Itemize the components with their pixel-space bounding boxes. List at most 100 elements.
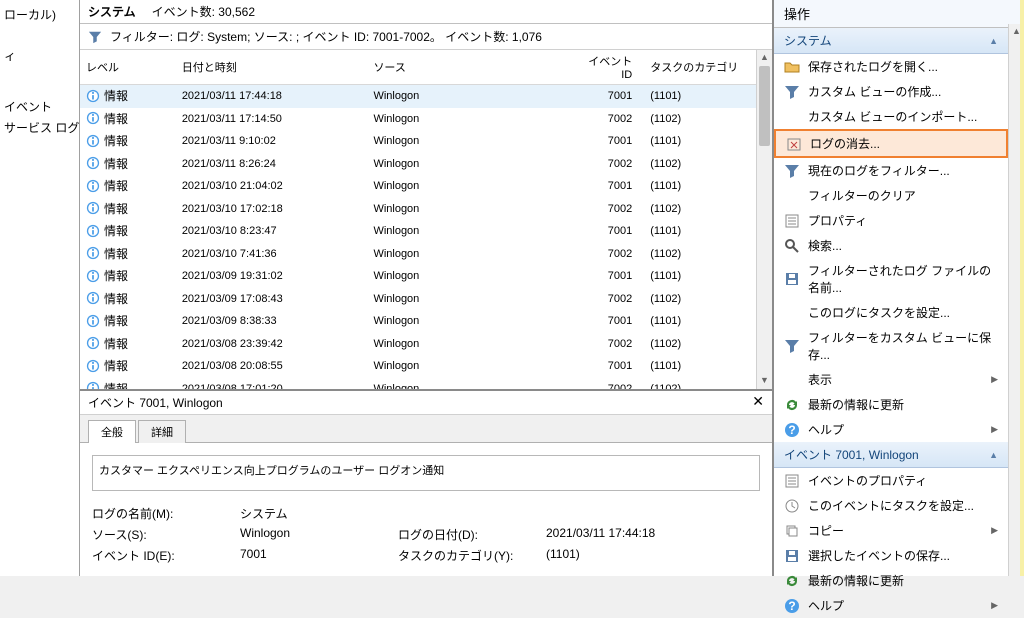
value-logname: システム bbox=[240, 505, 390, 522]
clear-icon bbox=[786, 136, 802, 152]
detail-pane: イベント 7001, Winlogon ✕ 全般 詳細 カスタマー エクスペリエ… bbox=[80, 389, 772, 576]
table-row[interactable]: 情報2021/03/08 20:08:55Winlogon7001(1101) bbox=[80, 355, 772, 378]
blank-icon bbox=[784, 372, 800, 388]
properties-icon bbox=[784, 473, 800, 489]
action-clear-log[interactable]: ログの消去... bbox=[774, 129, 1008, 158]
tab-general[interactable]: 全般 bbox=[88, 420, 136, 443]
label-source: ソース(S): bbox=[92, 526, 232, 543]
blank-icon bbox=[784, 305, 800, 321]
info-icon: 情報 bbox=[86, 267, 128, 284]
table-row[interactable]: 情報2021/03/10 8:23:47Winlogon7001(1101) bbox=[80, 220, 772, 243]
funnel-icon bbox=[784, 338, 800, 354]
log-title: システム bbox=[88, 3, 136, 20]
label-eid: イベント ID(E): bbox=[92, 547, 232, 564]
info-icon: 情報 bbox=[86, 357, 128, 374]
table-row[interactable]: 情報2021/03/11 17:44:18Winlogon7001(1101) bbox=[80, 85, 772, 108]
center-column: システム イベント数: 30,562 フィルター: ログ: System; ソー… bbox=[80, 0, 774, 576]
action-event-prop[interactable]: イベントのプロパティ bbox=[774, 468, 1008, 493]
tree-node[interactable]: サービス ログ bbox=[4, 117, 75, 138]
value-eid: 7001 bbox=[240, 547, 390, 564]
scroll-thumb[interactable] bbox=[759, 66, 770, 146]
info-icon: 情報 bbox=[86, 132, 128, 149]
tab-detail[interactable]: 詳細 bbox=[138, 420, 186, 443]
action-open-saved[interactable]: 保存されたログを開く... bbox=[774, 54, 1008, 79]
action-save-filtered[interactable]: フィルターされたログ ファイルの名前... bbox=[774, 258, 1008, 300]
table-row[interactable]: 情報2021/03/11 8:26:24Winlogon7002(1102) bbox=[80, 153, 772, 176]
info-icon: 情報 bbox=[86, 222, 128, 239]
label-logname: ログの名前(M): bbox=[92, 505, 232, 522]
actions-header: 操作 bbox=[774, 0, 1024, 28]
col-level[interactable]: レベル bbox=[80, 50, 176, 85]
filter-text: フィルター: ログ: System; ソース: ; イベント ID: 7001-… bbox=[110, 28, 542, 45]
close-icon[interactable]: ✕ bbox=[752, 394, 764, 411]
action-refresh[interactable]: 最新の情報に更新 bbox=[774, 392, 1008, 417]
event-table[interactable]: レベル 日付と時刻 ソース イベント ID タスクのカテゴリ 情報2021/03… bbox=[80, 50, 772, 389]
tree-node[interactable]: イベント bbox=[4, 96, 75, 117]
action-event-attach[interactable]: このイベントにタスクを設定... bbox=[774, 493, 1008, 518]
table-row[interactable]: 情報2021/03/09 19:31:02Winlogon7001(1101) bbox=[80, 265, 772, 288]
action-help-2[interactable]: ?ヘルプ▶ bbox=[774, 593, 1008, 618]
detail-title: イベント 7001, Winlogon bbox=[88, 394, 223, 411]
funnel-icon bbox=[784, 84, 800, 100]
col-source[interactable]: ソース bbox=[367, 50, 580, 85]
blank-icon bbox=[784, 109, 800, 125]
action-copy[interactable]: コピー▶ bbox=[774, 518, 1008, 543]
filter-row: フィルター: ログ: System; ソース: ; イベント ID: 7001-… bbox=[80, 24, 772, 50]
funnel-icon bbox=[88, 30, 102, 44]
task-icon bbox=[784, 498, 800, 514]
col-date[interactable]: 日付と時刻 bbox=[176, 50, 368, 85]
action-save-selected[interactable]: 選択したイベントの保存... bbox=[774, 543, 1008, 568]
action-properties[interactable]: プロパティ bbox=[774, 208, 1008, 233]
section-system[interactable]: システム ▲ bbox=[774, 28, 1008, 54]
detail-tabs: 全般 詳細 bbox=[80, 415, 772, 443]
chevron-right-icon: ▶ bbox=[991, 525, 998, 536]
label-cat: タスクのカテゴリ(Y): bbox=[398, 547, 538, 564]
chevron-right-icon: ▶ bbox=[991, 424, 998, 435]
col-cat[interactable]: タスクのカテゴリ bbox=[644, 50, 772, 85]
table-row[interactable]: 情報2021/03/08 23:39:42Winlogon7002(1102) bbox=[80, 333, 772, 356]
refresh-icon bbox=[784, 397, 800, 413]
scroll-up-icon[interactable]: ▲ bbox=[757, 50, 772, 66]
action-import-view[interactable]: カスタム ビューのインポート... bbox=[774, 104, 1008, 129]
table-scrollbar[interactable]: ▲ ▼ bbox=[756, 50, 772, 389]
info-icon: 情報 bbox=[86, 87, 128, 104]
action-view[interactable]: 表示▶ bbox=[774, 367, 1008, 392]
table-row[interactable]: 情報2021/03/09 8:38:33Winlogon7001(1101) bbox=[80, 310, 772, 333]
table-row[interactable]: 情報2021/03/11 9:10:02Winlogon7001(1101) bbox=[80, 130, 772, 153]
chevron-right-icon: ▶ bbox=[991, 374, 998, 385]
action-help[interactable]: ?ヘルプ▶ bbox=[774, 417, 1008, 442]
action-attach-task[interactable]: このログにタスクを設定... bbox=[774, 300, 1008, 325]
table-row[interactable]: 情報2021/03/10 7:41:36Winlogon7002(1102) bbox=[80, 243, 772, 266]
tree-sliver: ローカル) ィ イベント サービス ログ bbox=[0, 0, 80, 576]
action-create-view[interactable]: カスタム ビューの作成... bbox=[774, 79, 1008, 104]
refresh-icon bbox=[784, 573, 800, 589]
chevron-up-icon: ▲ bbox=[989, 450, 998, 460]
action-find[interactable]: 検索... bbox=[774, 233, 1008, 258]
svg-text:?: ? bbox=[788, 599, 795, 613]
scroll-down-icon[interactable]: ▼ bbox=[757, 373, 772, 389]
table-row[interactable]: 情報2021/03/10 21:04:02Winlogon7001(1101) bbox=[80, 175, 772, 198]
folder-icon bbox=[784, 59, 800, 75]
center-header: システム イベント数: 30,562 bbox=[80, 0, 772, 24]
save-icon bbox=[784, 548, 800, 564]
action-clear-filter[interactable]: フィルターのクリア bbox=[774, 183, 1008, 208]
value-source: Winlogon bbox=[240, 526, 390, 543]
value-logdate: 2021/03/11 17:44:18 bbox=[546, 526, 760, 543]
action-filter-log[interactable]: 現在のログをフィルター... bbox=[774, 158, 1008, 183]
info-icon: 情報 bbox=[86, 335, 128, 352]
section-event[interactable]: イベント 7001, Winlogon ▲ bbox=[774, 442, 1008, 468]
tree-node[interactable]: ィ bbox=[4, 45, 75, 66]
tree-node[interactable]: ローカル) bbox=[4, 4, 75, 25]
table-row[interactable]: 情報2021/03/09 17:08:43Winlogon7002(1102) bbox=[80, 288, 772, 311]
action-save-filter-view[interactable]: フィルターをカスタム ビューに保存... bbox=[774, 325, 1008, 367]
table-row[interactable]: 情報2021/03/11 17:14:50Winlogon7002(1102) bbox=[80, 108, 772, 131]
event-count: イベント数: 30,562 bbox=[152, 3, 255, 20]
info-icon: 情報 bbox=[86, 200, 128, 217]
col-eid[interactable]: イベント ID bbox=[580, 50, 644, 85]
table-row[interactable]: 情報2021/03/10 17:02:18Winlogon7002(1102) bbox=[80, 198, 772, 221]
save-icon bbox=[784, 271, 800, 287]
chevron-up-icon: ▲ bbox=[989, 36, 998, 46]
table-row[interactable]: 情報2021/03/08 17:01:20Winlogon7002(1102) bbox=[80, 378, 772, 390]
help-icon: ? bbox=[784, 422, 800, 438]
action-refresh-2[interactable]: 最新の情報に更新 bbox=[774, 568, 1008, 593]
